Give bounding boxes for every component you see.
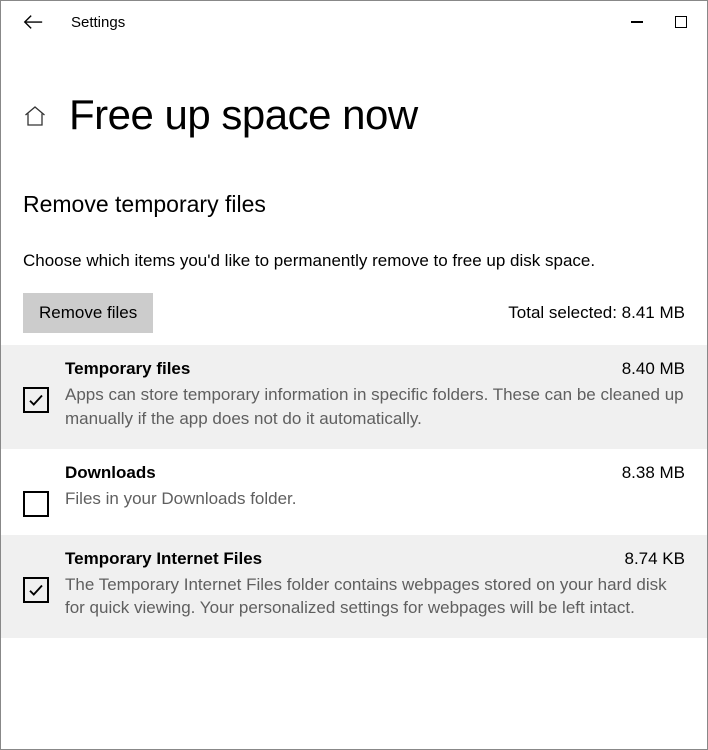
page-header: Free up space now	[23, 91, 685, 139]
action-row: Remove files Total selected: 8.41 MB	[23, 293, 685, 333]
checkbox-temporary-internet-files[interactable]	[23, 577, 49, 603]
section-title: Remove temporary files	[23, 191, 685, 218]
item-body: Temporary Internet Files 8.74 KB The Tem…	[65, 549, 685, 621]
back-arrow-icon	[22, 11, 44, 33]
total-selected-label: Total selected: 8.41 MB	[508, 303, 685, 323]
item-size: 8.74 KB	[625, 549, 686, 569]
item-description: Apps can store temporary information in …	[65, 383, 685, 431]
checkbox-temporary-files[interactable]	[23, 387, 49, 413]
item-title: Temporary files	[65, 359, 190, 379]
page-title: Free up space now	[69, 91, 418, 139]
minimize-button[interactable]	[631, 21, 643, 23]
item-size: 8.40 MB	[622, 359, 685, 379]
back-button[interactable]	[13, 3, 53, 41]
checkmark-icon	[27, 581, 45, 599]
window-controls	[631, 16, 695, 28]
item-head: Temporary files 8.40 MB	[65, 359, 685, 379]
home-icon[interactable]	[23, 104, 47, 133]
list-item: Temporary Internet Files 8.74 KB The Tem…	[1, 535, 707, 639]
checkmark-icon	[27, 391, 45, 409]
section-description: Choose which items you'd like to permane…	[23, 250, 685, 273]
list-item: Downloads 8.38 MB Files in your Download…	[1, 449, 707, 535]
item-head: Downloads 8.38 MB	[65, 463, 685, 483]
maximize-button[interactable]	[675, 16, 687, 28]
item-title: Temporary Internet Files	[65, 549, 262, 569]
items-list: Temporary files 8.40 MB Apps can store t…	[1, 345, 707, 638]
titlebar: Settings	[1, 1, 707, 43]
item-description: Files in your Downloads folder.	[65, 487, 685, 511]
content-area: Free up space now Remove temporary files…	[1, 91, 707, 638]
item-body: Temporary files 8.40 MB Apps can store t…	[65, 359, 685, 431]
app-title: Settings	[71, 14, 125, 31]
item-description: The Temporary Internet Files folder cont…	[65, 573, 685, 621]
item-size: 8.38 MB	[622, 463, 685, 483]
list-item: Temporary files 8.40 MB Apps can store t…	[1, 345, 707, 449]
item-title: Downloads	[65, 463, 156, 483]
item-head: Temporary Internet Files 8.74 KB	[65, 549, 685, 569]
remove-files-button[interactable]: Remove files	[23, 293, 153, 333]
checkbox-downloads[interactable]	[23, 491, 49, 517]
item-body: Downloads 8.38 MB Files in your Download…	[65, 463, 685, 517]
